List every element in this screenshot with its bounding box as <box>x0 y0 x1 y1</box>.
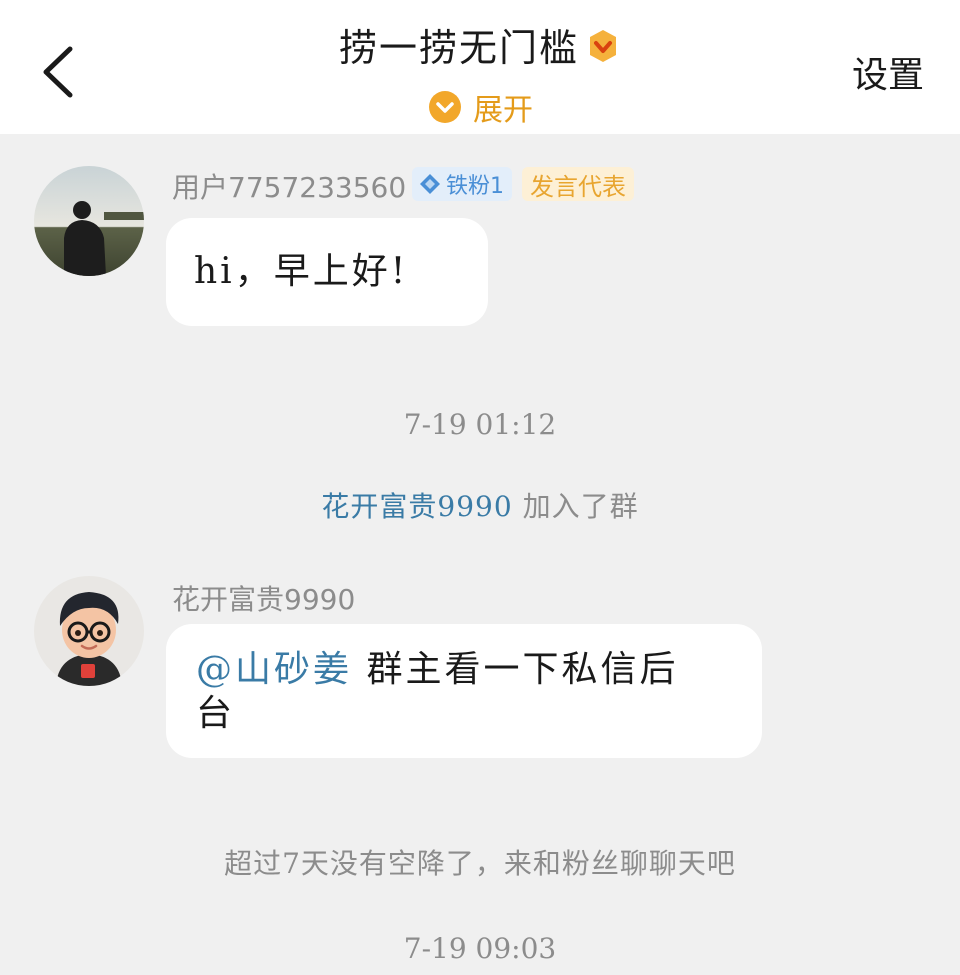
chat-header: 捞一捞无门槛 展开 设置 <box>0 0 960 134</box>
message-text: hi，早上好! <box>194 251 409 292</box>
avatar[interactable] <box>34 576 144 686</box>
message-text-line2: 台 <box>196 693 236 734</box>
message-bubble[interactable]: hi，早上好! <box>166 218 488 326</box>
expand-label: 展开 <box>473 93 533 128</box>
expand-toggle[interactable]: 展开 <box>0 84 960 130</box>
mention-link[interactable]: @山砂姜 <box>196 649 352 690</box>
system-join-message: 花开富贵9990 加入了群 <box>0 485 960 525</box>
timestamp: 7-19 01:12 <box>403 408 557 441</box>
cartoon-avatar <box>34 576 144 686</box>
join-suffix: 加入了群 <box>522 490 639 523</box>
chevron-down-circle-icon <box>429 91 461 123</box>
diamond-icon <box>420 174 440 194</box>
timestamp: 7-19 09:03 <box>403 932 557 965</box>
message-text-line1: 群主看一下私信后 <box>366 649 679 690</box>
title-row: 捞一捞无门槛 <box>0 16 960 72</box>
sender-username[interactable]: 花开富贵9990 <box>172 578 355 618</box>
message-text: @山砂姜 群主看一下私信后 台 <box>196 648 746 736</box>
settings-button[interactable]: 设置 <box>852 46 924 98</box>
avatar[interactable] <box>34 166 144 276</box>
fan-level-badge: 铁粉1 <box>412 167 512 201</box>
sender-username[interactable]: 用户7757233560 <box>172 166 406 206</box>
user-photo-avatar <box>34 166 144 276</box>
verified-badge-icon <box>590 30 616 62</box>
role-badge-text: 发言代表 <box>530 172 626 201</box>
airdrop-notice: 超过7天没有空降了，来和粉丝聊聊天吧 <box>224 847 736 880</box>
joined-user-name[interactable]: 花开富贵9990 <box>321 490 512 523</box>
fan-level-text: 铁粉1 <box>446 174 504 199</box>
role-badge: 发言代表 <box>522 167 634 201</box>
message-bubble[interactable]: @山砂姜 群主看一下私信后 台 <box>166 624 762 758</box>
page-title: 捞一捞无门槛 <box>338 25 579 70</box>
